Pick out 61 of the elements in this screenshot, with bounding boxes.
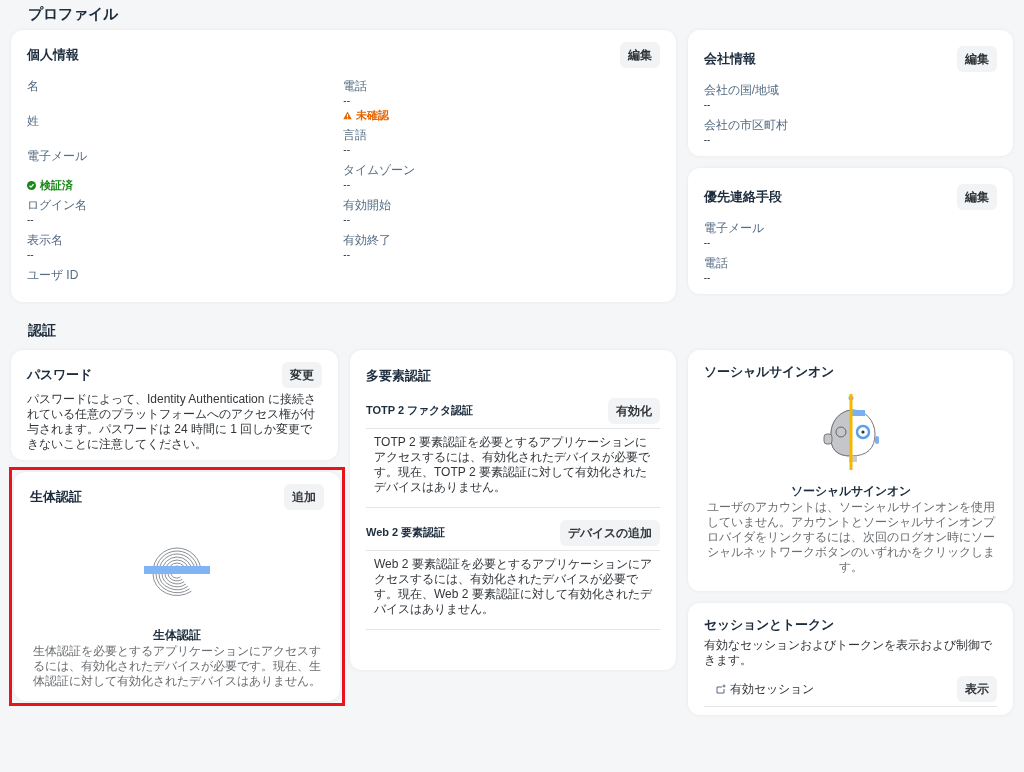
field-value: -- [343,178,351,192]
card-title: セッションとトークン [704,615,835,634]
empty-state-title: 生体認証 [153,627,201,644]
status-label: 未確認 [356,108,390,122]
empty-state-description: 生体認証を必要とするアプリケーションにアクセスするには、有効化されたデバイスが必要です。現在、生体認証に対して有効化されたデバイスはありません。 [32,644,322,689]
field-label: 会社の国/地域 [703,82,780,98]
sessions-description: 有効なセッションおよびトークンを表示および制御できます。 [704,638,994,668]
field-value: -- [27,248,35,262]
edit-button[interactable]: 追加 [284,484,324,510]
card-title: 優先連絡手段 [703,188,782,207]
warning-icon [343,110,353,120]
section-description: Web 2 要素認証を必要とするアプリケーションにアクセスするには、有効化されたデバイスが必要です。現在、Web 2 要素認証に対して有効化されたデバイスはありません。 [366,550,661,630]
field-label: 電話 [343,78,369,94]
section-title: 認証 [27,321,57,340]
card-title: 会社情報 [703,50,756,69]
row-label: 有効セッション [730,681,815,698]
section-heading: TOTP 2 ファクタ認証 [366,403,474,419]
section-description: TOTP 2 要素認証を必要とするアプリケーションにアクセスするには、有効化されたデバイスが必要です。現在、TOTP 2 要素認証に対して有効化されたデバイスはありません。 [366,428,661,508]
section-heading: Web 2 要素認証 [366,525,446,541]
field-value: -- [703,271,712,285]
card-title: ソーシャルサインオン [704,363,835,381]
field-label: 名 [27,78,40,94]
card-title: 多要素認証 [366,367,431,385]
field-value: -- [343,248,351,262]
field-label: ログイン名 [27,197,88,213]
card-title: 個人情報 [27,46,79,65]
password-description: パスワードによって、Identity Authentication に接続されている任意のプラットフォームへのアクセス権が付与されます。パスワードは 24 時間に 1 回しか変更できないことに注意してください。 [27,392,317,452]
field-label: 電話 [703,255,729,271]
fingerprint-drawing [142,546,212,596]
card-title: パスワード [27,366,92,385]
field-value: -- [703,133,712,147]
check-circle-icon [27,180,36,190]
empty-state-title: ソーシャルサインオン [790,482,911,500]
edit-button[interactable]: 変更 [282,362,322,388]
field-label: 有効開始 [343,197,393,213]
field-label: 電子メール [27,148,88,164]
field-label: 有効終了 [343,232,393,248]
field-label: 姓 [27,113,40,129]
edit-button[interactable]: 編集 [957,46,997,72]
edit-button[interactable]: デバイスの追加 [560,519,661,546]
field-label: 表示名 [27,232,64,248]
edit-button[interactable]: 編集 [957,184,997,210]
page-title: プロファイル [27,4,119,24]
field-value: -- [343,143,351,157]
field-label: 言語 [343,127,369,143]
field-value: -- [343,94,351,108]
edit-button[interactable]: 表示 [957,676,997,702]
session-icon [716,684,727,694]
status-label: 検証済 [40,178,73,192]
field-value: -- [703,98,712,112]
field-label: ユーザ ID [27,267,80,283]
field-label: タイムゾーン [343,162,417,178]
edit-button[interactable]: 編集 [619,42,660,68]
edit-button[interactable]: 有効化 [608,397,661,424]
field-value: -- [343,213,351,227]
field-value: -- [703,236,712,250]
empty-state-description: ユーザのアカウントは、ソーシャルサインオンを使用していません。アカウントとソーシャルサインオンプロバイダをリンクするには、次回のログオン時にソーシャルネットワークボタンのいずれかをクリックします。 [705,499,997,575]
field-label: 会社の市区町村 [703,117,789,133]
field-label: 電子メール [703,220,765,236]
field-value: -- [27,213,35,227]
card-title: 生体認証 [30,488,82,507]
